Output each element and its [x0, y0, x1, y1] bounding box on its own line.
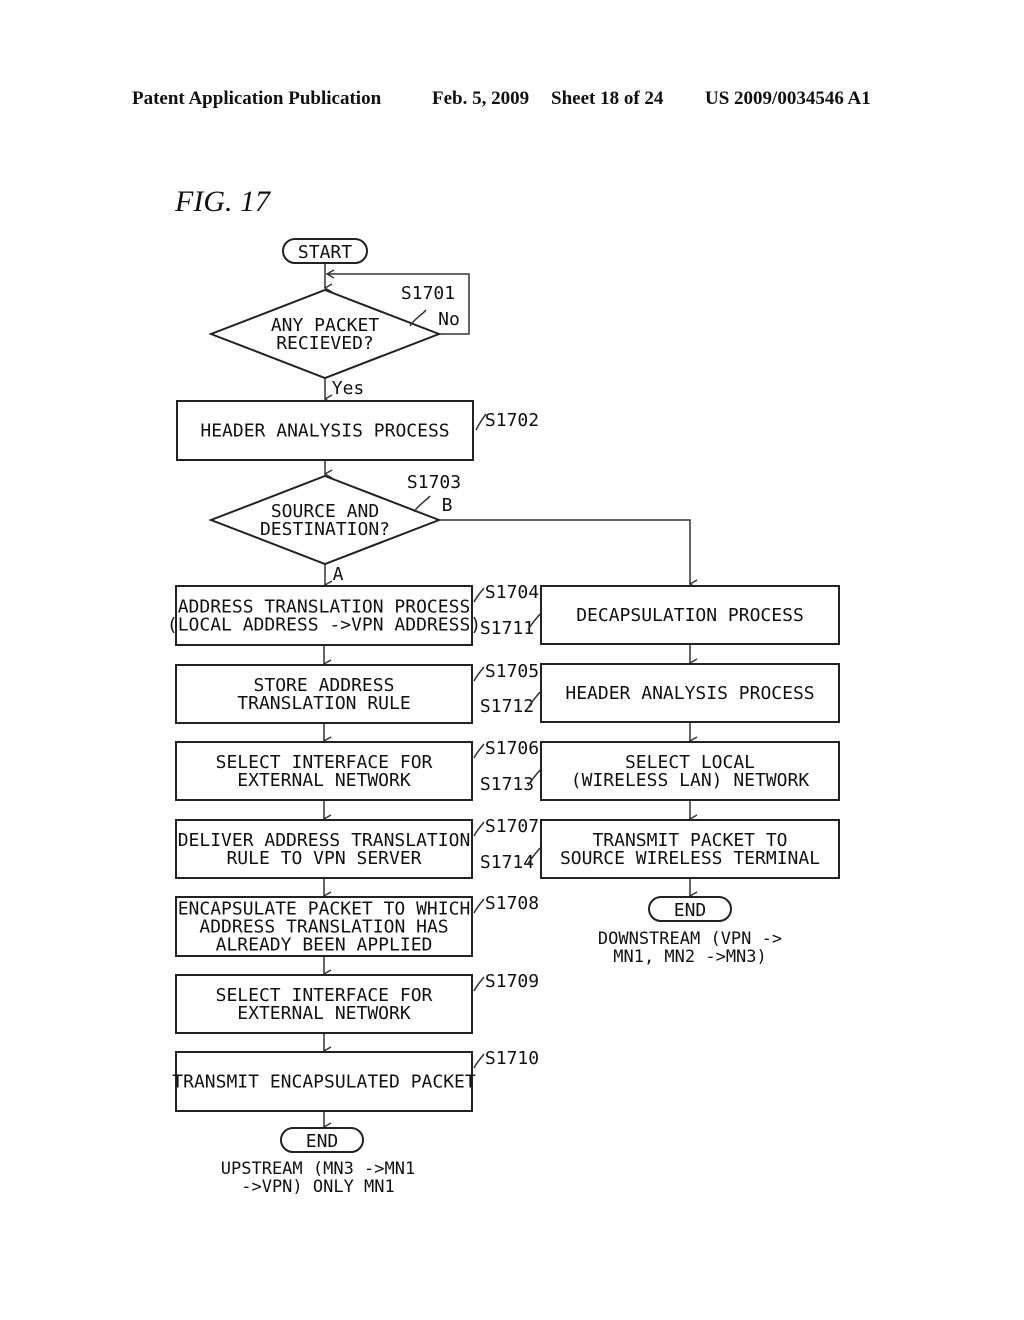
- left-end-terminal: END: [280, 1127, 364, 1153]
- b-label: B: [442, 495, 453, 516]
- step-label-s1708: S1708: [485, 893, 539, 914]
- box-s1710-line: TRANSMIT ENCAPSULATED PACKET: [172, 1072, 476, 1093]
- step-label-s1701: S1701: [401, 283, 455, 304]
- box-s1706-text: SELECT INTERFACE FOREXTERNAL NETWORK: [216, 752, 433, 791]
- box-s1702-line: HEADER ANALYSIS PROCESS: [200, 421, 449, 442]
- box-s1709-line: EXTERNAL NETWORK: [237, 1003, 411, 1024]
- box-s1705-text: STORE ADDRESSTRANSLATION RULE: [237, 675, 410, 714]
- box-s1704-line: (LOCAL ADDRESS ->VPN ADDRESS): [167, 615, 481, 636]
- left-end-terminal-label: END: [306, 1131, 339, 1152]
- right-note-line: DOWNSTREAM (VPN ->: [598, 929, 782, 949]
- step-label-s1714: S1714: [480, 852, 534, 873]
- arrow-b-branch: [439, 519, 690, 584]
- leader-s1701: [409, 309, 427, 327]
- start-terminal: START: [282, 238, 368, 264]
- right-note-line: MN1, MN2 ->MN3): [613, 947, 767, 967]
- flowchart: START ANY PACKETRECIEVED? S1701 No Yes HEADER…: [167, 238, 840, 1197]
- step-label-s1711: S1711: [480, 618, 534, 639]
- step-label-s1706: S1706: [485, 738, 539, 759]
- leader-s1710: [473, 1053, 485, 1069]
- leader-s1707: [473, 821, 485, 837]
- right-end-terminal-label: END: [674, 900, 707, 921]
- leader-s1709: [473, 976, 485, 992]
- box-s1708-text: ENCAPSULATE PACKET TO WHICHADDRESS TRANS…: [178, 899, 471, 956]
- box-s1713-line: (WIRELESS LAN) NETWORK: [571, 770, 810, 791]
- left-note-line: UPSTREAM (MN3 ->MN1: [221, 1159, 415, 1179]
- decision-source-destination-line: DESTINATION?: [260, 519, 390, 540]
- box-s1709-text: SELECT INTERFACE FOREXTERNAL NETWORK: [216, 985, 433, 1024]
- box-s1710-text: TRANSMIT ENCAPSULATED PACKET: [172, 1072, 476, 1093]
- leader-s1705: [473, 666, 485, 682]
- box-s1712-line: HEADER ANALYSIS PROCESS: [565, 683, 814, 704]
- box-s1705-line: TRANSLATION RULE: [237, 693, 410, 714]
- box-s1704-text: ADDRESS TRANSLATION PROCESS(LOCAL ADDRES…: [167, 597, 481, 636]
- box-s1714-line: SOURCE WIRELESS TERMINAL: [560, 848, 820, 869]
- step-label-s1707: S1707: [485, 816, 539, 837]
- step-label-s1712: S1712: [480, 696, 534, 717]
- step-label-s1705: S1705: [485, 661, 539, 682]
- box-s1714-text: TRANSMIT PACKET TOSOURCE WIRELESS TERMIN…: [560, 830, 820, 869]
- box-s1712-text: HEADER ANALYSIS PROCESS: [565, 683, 814, 704]
- box-s1702-text: HEADER ANALYSIS PROCESS: [200, 421, 449, 442]
- step-label-s1704: S1704: [485, 582, 539, 603]
- leader-s1706: [473, 743, 485, 759]
- left-note-line: ->VPN) ONLY MN1: [241, 1177, 395, 1197]
- box-s1708-line: ALREADY BEEN APPLIED: [216, 935, 433, 956]
- step-label-s1713: S1713: [480, 774, 534, 795]
- decision-source-destination-text: SOURCE ANDDESTINATION?: [260, 501, 390, 540]
- leader-s1708: [473, 898, 485, 914]
- step-label-s1710: S1710: [485, 1048, 539, 1069]
- box-s1711-line: DECAPSULATION PROCESS: [576, 605, 804, 626]
- box-s1707-line: RULE TO VPN SERVER: [226, 848, 421, 869]
- box-s1706-line: EXTERNAL NETWORK: [237, 770, 411, 791]
- decision-any-packet-text: ANY PACKETRECIEVED?: [271, 315, 380, 354]
- leader-s1704: [473, 587, 485, 603]
- step-label-s1709: S1709: [485, 971, 539, 992]
- right-end-terminal: END: [648, 896, 732, 922]
- decision-any-packet-line: RECIEVED?: [276, 333, 374, 354]
- no-label: No: [438, 309, 460, 330]
- start-terminal-label: START: [298, 242, 352, 263]
- a-label: A: [333, 564, 344, 585]
- yes-label: Yes: [332, 378, 365, 399]
- step-label-s1703: S1703: [407, 472, 461, 493]
- step-label-s1702: S1702: [485, 410, 539, 431]
- box-s1711-text: DECAPSULATION PROCESS: [576, 605, 804, 626]
- leader-s1703: [413, 495, 431, 513]
